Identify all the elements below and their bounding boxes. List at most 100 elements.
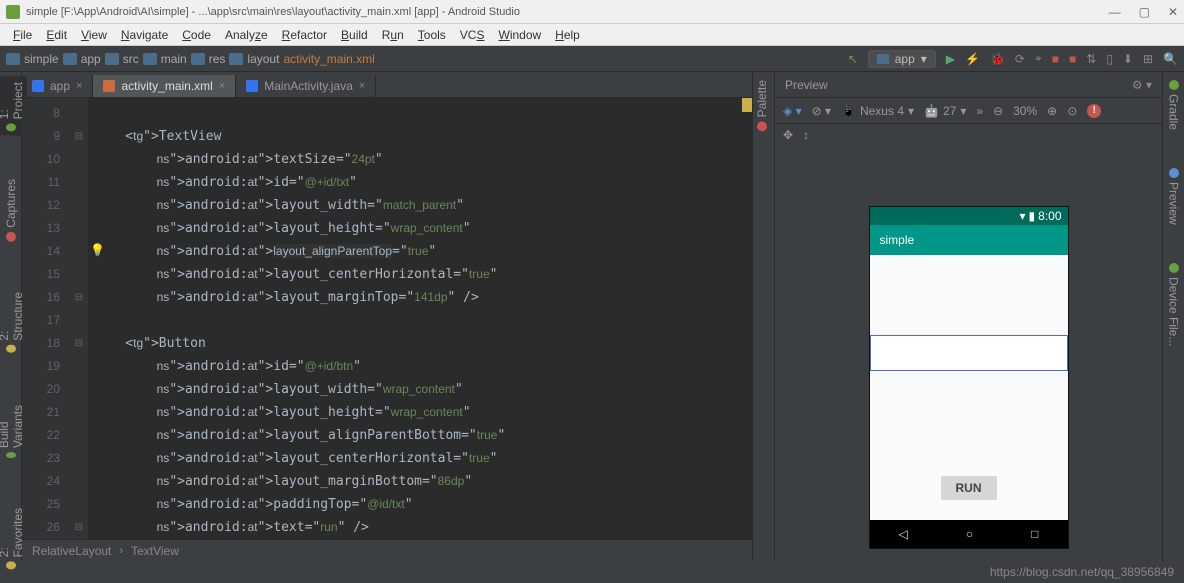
java-icon [246, 80, 258, 92]
resize-icon[interactable]: ↕ [803, 128, 809, 142]
editor-area: app× activity_main.xml× MainActivity.jav… [22, 72, 752, 561]
menu-vcs[interactable]: VCS [453, 28, 492, 42]
tab-app[interactable]: app× [22, 75, 93, 97]
preview-title: Preview [785, 78, 828, 92]
attach-button[interactable]: ⌖ [1035, 51, 1042, 66]
run-toolbar: ↖ app▾ ▶ ⚡ 🐞 ⟳ ⌖ ■ ■ ⇅ ▯ ⬇ ⊞ 🔍 [848, 50, 1178, 68]
warning-stripe [742, 98, 752, 112]
tab-device-file[interactable]: Device File... [1165, 259, 1183, 350]
code-editor[interactable]: 89101112131415161718192021222324252627 ⊟… [22, 98, 752, 539]
run-config-dropdown[interactable]: app▾ [868, 50, 936, 68]
back-icon[interactable]: ↖ [848, 52, 858, 66]
device-appbar: simple [870, 225, 1068, 255]
crumb-res[interactable]: res [209, 52, 226, 66]
nav-recent-icon: □ [1031, 527, 1038, 541]
bc-relativelayout[interactable]: RelativeLayout [32, 544, 111, 558]
device-navbar: ◁ ○ □ [870, 520, 1068, 548]
menubar: File Edit View Navigate Code Analyze Ref… [0, 24, 1184, 46]
folder-icon [6, 53, 20, 65]
stop-button[interactable]: ■ [1052, 52, 1059, 66]
app-icon [6, 5, 20, 19]
folder-icon [105, 53, 119, 65]
tab-preview[interactable]: Preview [1165, 164, 1183, 229]
menu-navigate[interactable]: Navigate [114, 28, 175, 42]
preview-toolbar-2: ✥ ↕ [775, 124, 1162, 146]
menu-edit[interactable]: Edit [39, 28, 74, 42]
close-icon[interactable]: × [76, 80, 82, 92]
folder-icon [143, 53, 157, 65]
watermark: https://blog.csdn.net/qq_38956849 [990, 565, 1174, 579]
menu-help[interactable]: Help [548, 28, 587, 42]
menu-build[interactable]: Build [334, 28, 375, 42]
sdk-button[interactable]: ⬇ [1123, 52, 1133, 66]
palette-strip: Palette [752, 72, 774, 561]
close-icon[interactable]: × [219, 80, 225, 92]
preview-header: Preview ⚙ ▾ [775, 72, 1162, 98]
sync-button[interactable]: ⇅ [1086, 52, 1096, 66]
menu-code[interactable]: Code [175, 28, 218, 42]
tab-palette[interactable]: Palette [753, 76, 771, 135]
search-icon[interactable]: 🔍 [1163, 52, 1178, 66]
crumb-simple[interactable]: simple [24, 52, 59, 66]
left-tool-tabs: 1: Project Captures 2: Structure Build V… [0, 72, 22, 561]
intention-bulb-icon[interactable]: 💡 [90, 243, 104, 257]
zoom-in-icon[interactable]: ⊕ [1047, 104, 1057, 118]
maximize-button[interactable]: ▢ [1139, 5, 1150, 19]
profile-button[interactable]: ⟳ [1015, 52, 1025, 66]
crumb-main[interactable]: main [161, 52, 187, 66]
debug-button[interactable]: 🐞 [990, 52, 1005, 66]
menu-window[interactable]: Window [491, 28, 548, 42]
avd-button[interactable]: ▯ [1106, 52, 1113, 66]
tab-captures[interactable]: Captures [2, 175, 20, 246]
tab-gradle[interactable]: Gradle [1165, 76, 1183, 134]
crumb-file[interactable]: activity_main.xml [283, 52, 374, 66]
apply-changes-button[interactable]: ⚡ [965, 52, 980, 66]
project-struct-button[interactable]: ⊞ [1143, 52, 1153, 66]
window-title: simple [F:\App\Android\AI\simple] - ...\… [26, 6, 1109, 18]
nav-home-icon: ○ [966, 527, 973, 541]
window-buttons: — ▢ ✕ [1109, 5, 1178, 19]
menu-view[interactable]: View [74, 28, 114, 42]
preview-toolbar: ◈ ▾ ⊘ ▾ 📱Nexus 4▾ 🤖27▾ » ⊖ 30% ⊕ ⊙ ! [775, 98, 1162, 124]
run-button[interactable]: ▶ [946, 52, 955, 66]
gradle-icon [32, 80, 44, 92]
crumb-layout[interactable]: layout [247, 52, 279, 66]
menu-run[interactable]: Run [375, 28, 411, 42]
menu-tools[interactable]: Tools [411, 28, 453, 42]
phone-canvas: ▾▮8:00 simple RUN ◁ ○ □ [775, 146, 1162, 561]
gear-icon[interactable]: ⚙ ▾ [1132, 78, 1152, 92]
zoom-out-icon[interactable]: ⊖ [993, 104, 1003, 118]
preview-textview[interactable] [870, 335, 1068, 371]
preview-panel: Preview ⚙ ▾ ◈ ▾ ⊘ ▾ 📱Nexus 4▾ 🤖27▾ » ⊖ 3… [774, 72, 1162, 561]
preview-run-button[interactable]: RUN [941, 476, 997, 500]
code-content[interactable]: <tg">TextView ns">android:at">textSize="… [88, 98, 752, 539]
nav-back-icon: ◁ [899, 527, 908, 541]
device-dropdown[interactable]: 📱Nexus 4▾ [841, 104, 914, 118]
more-icon[interactable]: » [976, 104, 983, 118]
error-badge[interactable]: ! [1087, 104, 1101, 118]
editor-tabs: app× activity_main.xml× MainActivity.jav… [22, 72, 752, 98]
device-body: RUN [870, 255, 1068, 520]
close-button[interactable]: ✕ [1168, 5, 1178, 19]
menu-analyze[interactable]: Analyze [218, 28, 275, 42]
bc-textview[interactable]: TextView [131, 544, 179, 558]
zoom-level: 30% [1013, 104, 1037, 118]
fit-icon[interactable]: ⊙ [1067, 104, 1077, 118]
close-icon[interactable]: × [359, 80, 365, 92]
crumb-src[interactable]: src [123, 52, 139, 66]
crumb-app[interactable]: app [81, 52, 101, 66]
orientation-icon[interactable]: ⊘ ▾ [812, 104, 831, 118]
pan-icon[interactable]: ✥ [783, 128, 793, 142]
folder-icon [191, 53, 205, 65]
stop2-button[interactable]: ■ [1069, 52, 1076, 66]
tab-activity-main[interactable]: activity_main.xml× [93, 75, 236, 97]
menu-file[interactable]: File [6, 28, 39, 42]
device-statusbar: ▾▮8:00 [870, 207, 1068, 225]
api-dropdown[interactable]: 🤖27▾ [924, 104, 966, 118]
gutter: 89101112131415161718192021222324252627 [22, 98, 70, 539]
layers-icon[interactable]: ◈ ▾ [783, 104, 802, 118]
menu-refactor[interactable]: Refactor [275, 28, 334, 42]
tab-mainactivity[interactable]: MainActivity.java× [236, 75, 376, 97]
right-tool-tabs: Gradle Preview Device File... [1162, 72, 1184, 561]
minimize-button[interactable]: — [1109, 5, 1121, 19]
